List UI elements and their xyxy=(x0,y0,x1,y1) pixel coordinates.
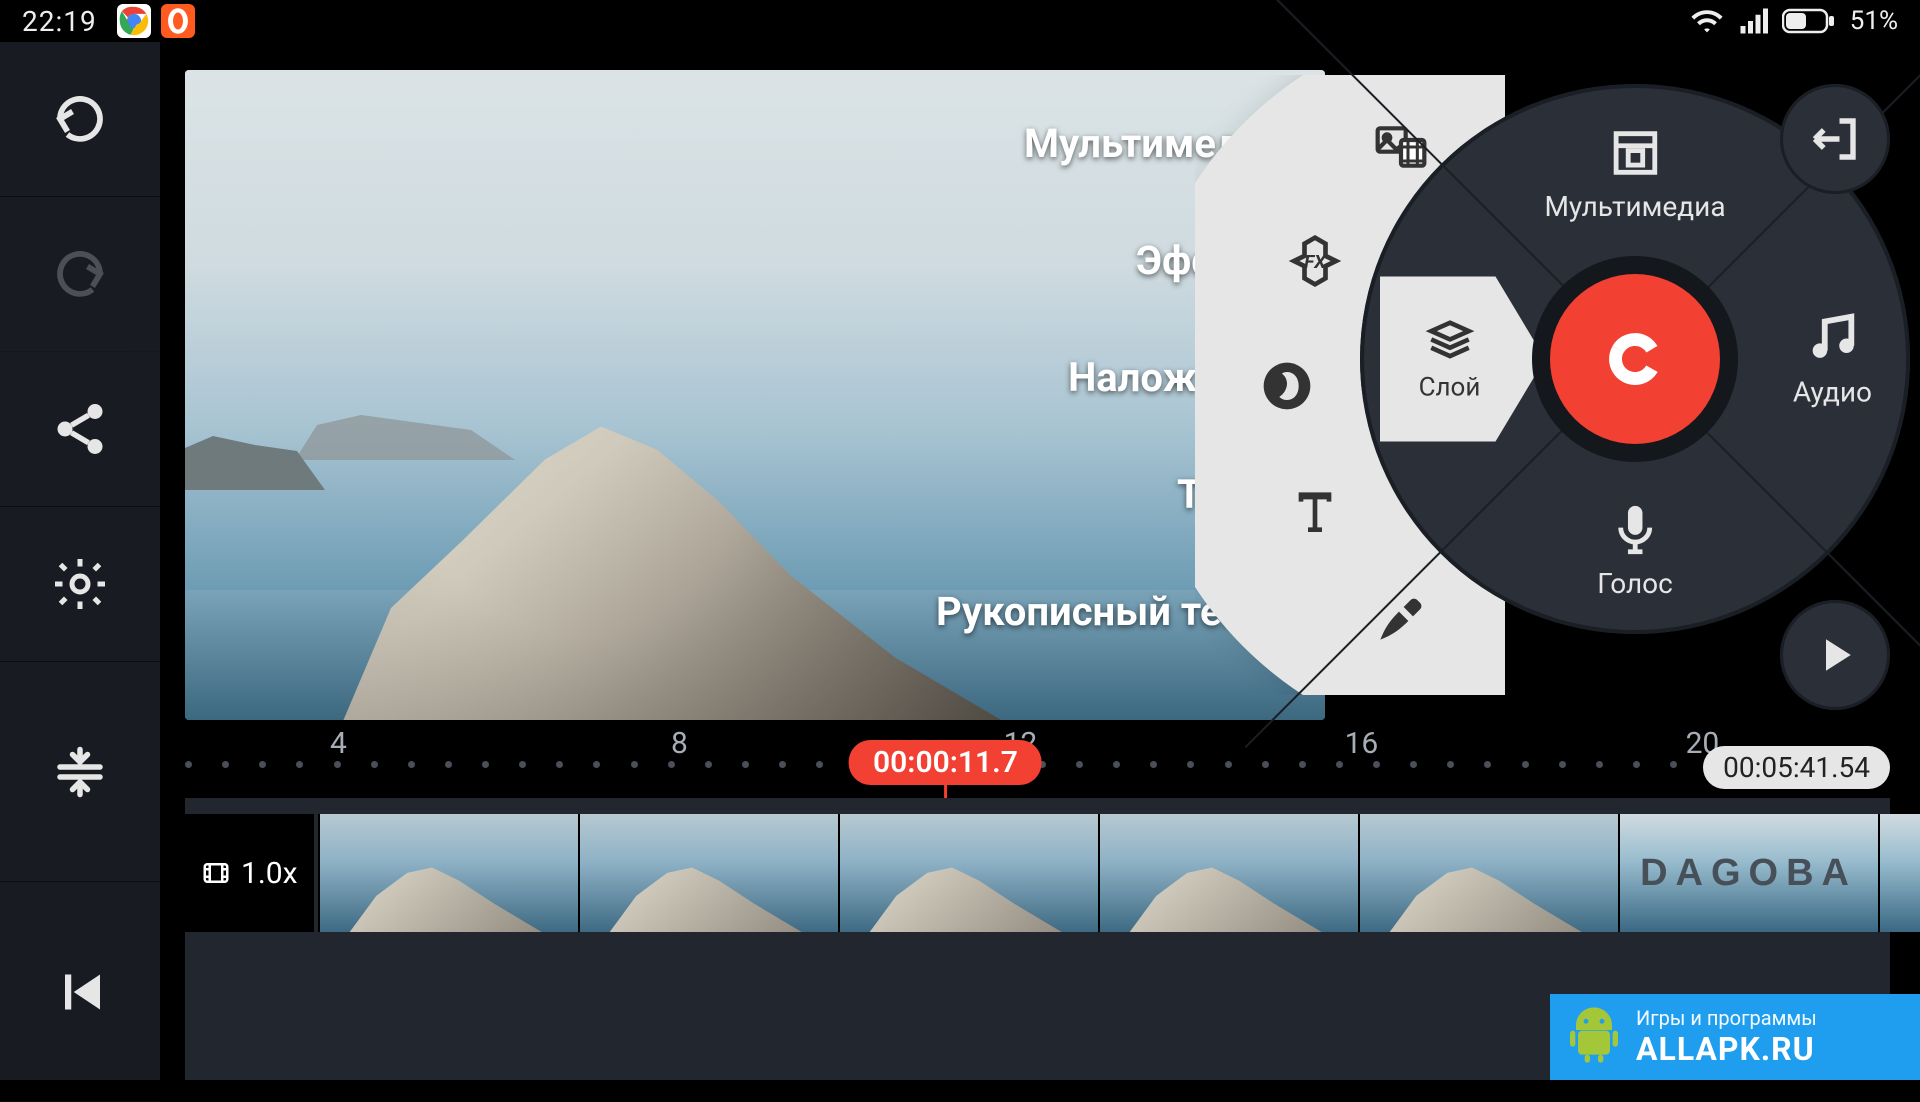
clip-speed-indicator[interactable]: 1.0x xyxy=(185,814,318,932)
watermark-tagline: Игры и программы xyxy=(1636,1006,1817,1030)
wheel-media-label: Мультимедиа xyxy=(1544,190,1725,223)
layer-text-button[interactable] xyxy=(1279,475,1351,547)
layer-overlay-button[interactable] xyxy=(1251,350,1323,422)
timeline-clip[interactable] xyxy=(318,814,578,932)
playhead-time: 00:00:11.7 xyxy=(849,740,1042,785)
timeline-clip[interactable] xyxy=(1098,814,1358,932)
wheel-voice-button[interactable]: Голос xyxy=(1597,501,1673,600)
ruler-tick: 16 xyxy=(1345,726,1379,761)
undo-button[interactable] xyxy=(0,42,160,197)
speed-value: 1.0x xyxy=(241,856,298,891)
wheel-layer-label: Слой xyxy=(1419,372,1481,402)
video-preview[interactable]: Мультимедиа Эффект Наложение Текст Рукоп… xyxy=(185,70,1325,720)
video-track[interactable]: 1.0x DAGOBA xyxy=(185,814,1890,932)
ruler-tick: 4 xyxy=(330,726,347,761)
expand-tracks-button[interactable] xyxy=(0,662,160,882)
redo-button[interactable] xyxy=(0,197,160,352)
ruler-tick: 8 xyxy=(671,726,688,761)
playhead[interactable]: 00:00:11.7 xyxy=(849,740,1042,785)
wheel-audio-button[interactable]: Аудио xyxy=(1793,310,1872,409)
android-icon xyxy=(1562,1004,1626,1068)
timeline-ruler[interactable]: 4 8 12 16 20 00:00:11.7 00:05:41.54 xyxy=(185,740,1890,790)
timeline-clip[interactable] xyxy=(578,814,838,932)
timeline-clip[interactable] xyxy=(1358,814,1618,932)
play-button[interactable] xyxy=(1780,600,1890,710)
left-toolbar xyxy=(0,42,160,1080)
status-time: 22:19 xyxy=(22,5,97,38)
layer-effect-button[interactable]: FX xyxy=(1279,225,1351,297)
record-button[interactable] xyxy=(1550,274,1720,444)
share-button[interactable] xyxy=(0,352,160,507)
battery-icon xyxy=(1782,7,1836,35)
svg-text:FX: FX xyxy=(1304,251,1327,273)
exit-button[interactable] xyxy=(1780,84,1890,194)
aliexpress-icon xyxy=(161,4,195,38)
watermark-banner[interactable]: Игры и программы ALLAPK.RU xyxy=(1550,994,1920,1080)
signal-icon xyxy=(1738,6,1768,36)
wheel-layer-button[interactable]: Слой xyxy=(1388,277,1545,442)
timeline-clip[interactable] xyxy=(1878,814,1920,932)
timeline-clip[interactable] xyxy=(838,814,1098,932)
jump-to-start-button[interactable] xyxy=(0,882,160,1102)
watermark-site: ALLAPK.RU xyxy=(1636,1030,1817,1068)
status-bar: 22:19 51% xyxy=(0,0,1920,42)
settings-button[interactable] xyxy=(0,507,160,662)
wheel-media-button[interactable]: Мультимедиа xyxy=(1544,124,1725,223)
battery-percent: 51% xyxy=(1850,6,1898,36)
wheel-voice-label: Голос xyxy=(1597,567,1673,600)
total-duration: 00:05:41.54 xyxy=(1703,746,1890,789)
timeline-clip[interactable]: DAGOBA xyxy=(1618,814,1878,932)
wifi-icon xyxy=(1690,4,1724,38)
chrome-icon xyxy=(117,4,151,38)
wheel-audio-label: Аудио xyxy=(1793,376,1872,409)
status-app-icons xyxy=(117,4,195,38)
